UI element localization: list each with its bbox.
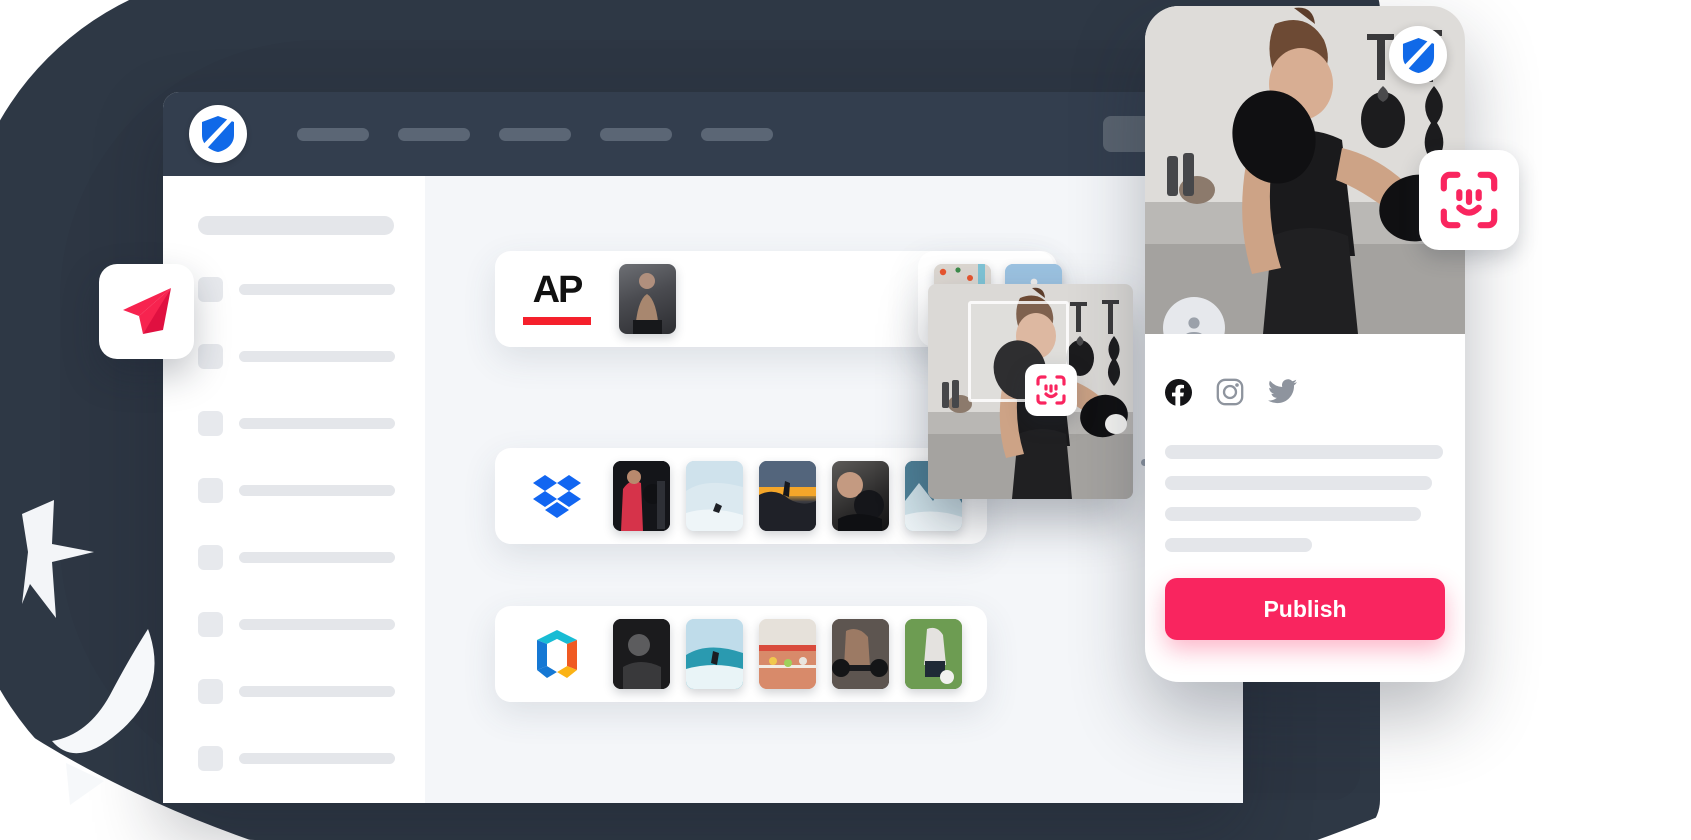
sidebar-checkbox-icon[interactable] — [198, 277, 223, 302]
leaf-glyph — [52, 629, 155, 805]
phone-mockup: Publish — [1145, 6, 1465, 682]
sidebar-item-1[interactable] — [198, 277, 425, 302]
ap-logo-text: AP — [532, 269, 584, 312]
caption-line-1 — [1165, 445, 1443, 459]
sidebar-item-label — [239, 619, 395, 630]
sidebar-item-4[interactable] — [198, 478, 425, 503]
face-detection-icon[interactable] — [1419, 150, 1519, 250]
thumb-gym-bw[interactable] — [613, 619, 670, 689]
illustration-stage: AP Publish — [0, 0, 1691, 840]
thumb-sunset-climb[interactable] — [759, 461, 816, 531]
sidebar-item-3[interactable] — [198, 411, 425, 436]
shield-logo-icon[interactable] — [189, 105, 247, 163]
nav-pill-3[interactable] — [499, 127, 571, 141]
sidebar-item-8[interactable] — [198, 746, 425, 771]
sidebar-checkbox-icon[interactable] — [198, 679, 223, 704]
thumb-runners[interactable] — [759, 619, 816, 689]
thumb-boxer-portrait[interactable] — [619, 264, 676, 334]
nav-pill-1[interactable] — [297, 127, 369, 141]
caption-line-4 — [1165, 538, 1313, 552]
face-id-glyph — [1036, 375, 1066, 405]
send-glyph — [122, 287, 171, 334]
thumb-art — [905, 619, 962, 689]
source-card-dropbox[interactable] — [495, 448, 987, 544]
caption-line-2 — [1165, 476, 1432, 490]
thumb-art — [686, 619, 743, 689]
browser-window: AP — [163, 92, 1243, 803]
thumb-art — [759, 461, 816, 531]
publish-button[interactable]: Publish — [1165, 578, 1445, 640]
thumb-gloves[interactable] — [832, 461, 889, 531]
facebook-glyph — [1165, 378, 1192, 406]
thumb-soccer[interactable] — [905, 619, 962, 689]
sidebar-checkbox-icon[interactable] — [198, 612, 223, 637]
send-paper-plane-icon[interactable] — [99, 264, 194, 359]
sidebar-checkbox-icon[interactable] — [198, 411, 223, 436]
thumb-art — [613, 461, 670, 531]
sidebar-item-label — [239, 284, 395, 295]
twitter-glyph — [1268, 379, 1297, 404]
browser-topbar — [163, 92, 1243, 176]
ap-logo-underline — [523, 316, 591, 325]
dropbox-logo — [517, 473, 597, 519]
ap-logo: AP — [517, 269, 597, 325]
face-detection-icon[interactable] — [1025, 364, 1077, 416]
thumb-skate-sky[interactable] — [686, 619, 743, 689]
facebook-icon[interactable] — [1165, 378, 1192, 411]
phone-post-image[interactable] — [1145, 6, 1465, 334]
sidebar-checkbox-icon[interactable] — [198, 478, 223, 503]
source-card-office[interactable] — [495, 606, 987, 702]
sidebar-item-label — [239, 686, 395, 697]
thumb-surf[interactable] — [686, 461, 743, 531]
phone-post-body — [1145, 334, 1465, 552]
sidebar-title-placeholder — [198, 216, 394, 235]
sidebar-item-label — [239, 418, 395, 429]
office-glyph — [537, 630, 577, 678]
thumb-art — [837, 472, 884, 531]
instagram-glyph — [1216, 378, 1244, 406]
thumb-art — [613, 619, 670, 689]
thumb-boxing-red[interactable] — [613, 461, 670, 531]
browser-body: AP — [163, 176, 1243, 803]
sidebar-item-6[interactable] — [198, 612, 425, 637]
sidebar-item-label — [239, 485, 395, 496]
sidebar-item-label — [239, 753, 395, 764]
star-glyph — [22, 500, 94, 618]
sidebar-item-5[interactable] — [198, 545, 425, 570]
instagram-icon[interactable] — [1216, 378, 1244, 411]
thumb-art — [686, 461, 743, 531]
sidebar-item-label — [239, 351, 395, 362]
thumb-art — [633, 273, 662, 334]
sidebar-checkbox-icon[interactable] — [198, 545, 223, 570]
thumb-deadlift[interactable] — [832, 619, 889, 689]
sidebar-item-label — [239, 552, 395, 563]
nav-pill-5[interactable] — [701, 127, 773, 141]
sidebar-checkbox-icon[interactable] — [198, 746, 223, 771]
browser-nav — [297, 127, 773, 141]
content-area: AP — [425, 176, 1243, 803]
sidebar-item-7[interactable] — [198, 679, 425, 704]
sidebar-item-2[interactable] — [198, 344, 425, 369]
thumb-art — [759, 619, 816, 689]
office-logo — [517, 628, 597, 680]
avatar-glyph — [1186, 317, 1202, 334]
social-network-icons — [1165, 378, 1443, 411]
sidebar — [163, 176, 425, 803]
star-shape-icon — [22, 500, 94, 623]
sidebar-checkbox-icon[interactable] — [198, 344, 223, 369]
shield-logo-icon[interactable] — [1389, 26, 1447, 84]
caption-line-3 — [1165, 507, 1421, 521]
leaf-shape-icon — [30, 615, 160, 810]
dropbox-glyph — [533, 475, 581, 518]
nav-pill-2[interactable] — [398, 127, 470, 141]
twitter-icon[interactable] — [1268, 379, 1297, 410]
shield-glyph — [202, 116, 234, 152]
shield-glyph — [1402, 37, 1434, 73]
face-id-glyph — [1440, 171, 1498, 229]
nav-pill-4[interactable] — [600, 127, 672, 141]
thumb-art — [832, 619, 889, 689]
